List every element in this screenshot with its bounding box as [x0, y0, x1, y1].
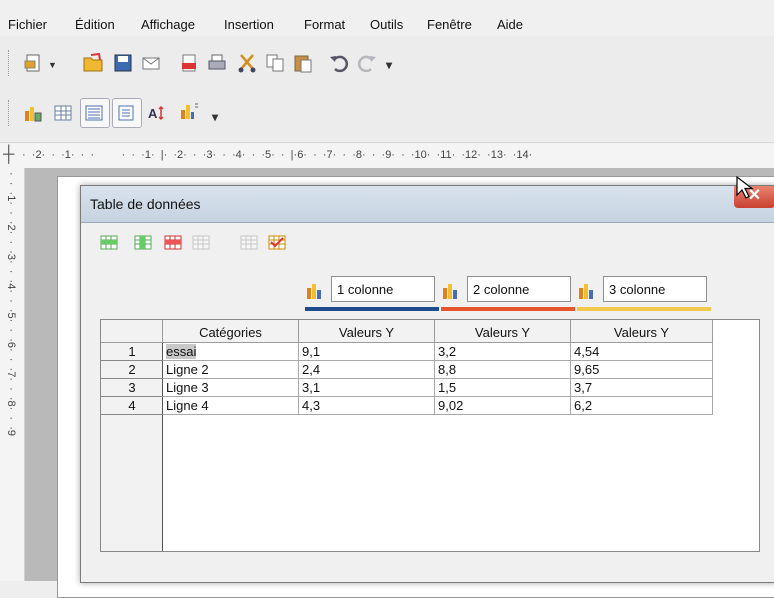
menu-affichage[interactable]: Affichage: [141, 17, 195, 32]
chart-data-icon[interactable]: [22, 102, 44, 124]
column-header-values-3[interactable]: Valeurs Y: [571, 320, 713, 343]
table-icon[interactable]: [52, 102, 74, 124]
data-table-grid[interactable]: Catégories Valeurs Y Valeurs Y Valeurs Y…: [100, 319, 760, 552]
value-cell[interactable]: 9,1: [299, 343, 435, 361]
menu-fichier[interactable]: Fichier: [8, 17, 47, 32]
category-cell-text: essai: [166, 344, 197, 359]
value-cell[interactable]: 4,54: [571, 343, 713, 361]
save-icon[interactable]: [112, 52, 134, 74]
pdf-icon[interactable]: [178, 52, 200, 74]
standard-toolbar: ▼ ▾: [0, 36, 774, 88]
print-icon[interactable]: [206, 52, 228, 74]
value-cell[interactable]: 1,5: [435, 379, 571, 397]
series-header-2: 2 colonne: [441, 276, 575, 311]
copy-icon[interactable]: [264, 52, 286, 74]
series-color-bar: [577, 307, 711, 311]
data-labels-icon[interactable]: [115, 102, 137, 124]
row-number[interactable]: 4: [101, 397, 163, 415]
series-name-input[interactable]: 3 colonne: [603, 276, 707, 302]
chevron-down-icon[interactable]: ▼: [48, 60, 57, 70]
value-cell[interactable]: 2,4: [299, 361, 435, 379]
text-scale-icon[interactable]: A: [146, 102, 168, 124]
toolbar-grip[interactable]: [8, 50, 12, 76]
insert-text-column-icon[interactable]: [164, 233, 182, 251]
column-header-values-1[interactable]: Valeurs Y: [299, 320, 435, 343]
category-cell[interactable]: Ligne 4: [163, 397, 299, 415]
menu-bar: Fichier Édition Affichage Insertion Form…: [0, 0, 774, 36]
legend-icon[interactable]: [83, 102, 105, 124]
series-chart-icon: [307, 284, 321, 299]
menu-fenetre[interactable]: Fenêtre: [427, 17, 472, 32]
new-icon[interactable]: [22, 52, 44, 74]
paste-icon[interactable]: [292, 52, 314, 74]
chart-toolbar: A ▾: [0, 88, 774, 138]
category-cell[interactable]: Ligne 3: [163, 379, 299, 397]
series-color-bar: [441, 307, 575, 311]
horizontal-ruler[interactable]: ┼ · ·2· · ·1· · · · · ·1· |· ·2· · ·3· ·…: [0, 142, 774, 170]
toolbar-grip[interactable]: [8, 100, 12, 126]
category-cell[interactable]: Ligne 2: [163, 361, 299, 379]
series-name-input[interactable]: 1 colonne: [331, 276, 435, 302]
cut-icon[interactable]: [236, 52, 258, 74]
series-header-1: 1 colonne: [305, 276, 439, 311]
move-series-icon[interactable]: [268, 233, 286, 251]
row-number[interactable]: 2: [101, 361, 163, 379]
redo-icon[interactable]: [356, 52, 378, 74]
series-chart-icon: [579, 284, 593, 299]
series-chart-icon: [443, 284, 457, 299]
value-cell[interactable]: 4,3: [299, 397, 435, 415]
insert-row-icon[interactable]: [100, 233, 118, 251]
menu-edition[interactable]: Édition: [75, 17, 115, 32]
menu-insertion[interactable]: Insertion: [224, 17, 274, 32]
value-cell[interactable]: 3,1: [299, 379, 435, 397]
row-number[interactable]: 3: [101, 379, 163, 397]
category-cell[interactable]: essai: [163, 343, 299, 361]
column-header-values-2[interactable]: Valeurs Y: [435, 320, 571, 343]
series-header-3: 3 colonne: [577, 276, 711, 311]
dialog-titlebar[interactable]: Table de données ✕: [81, 186, 774, 223]
open-icon[interactable]: [82, 52, 104, 74]
delete-row-icon[interactable]: [192, 233, 210, 251]
toolbar-overflow-icon[interactable]: ▾: [386, 58, 392, 72]
svg-text:A: A: [148, 106, 158, 121]
insert-column-icon[interactable]: [134, 233, 152, 251]
mouse-cursor-icon: [736, 176, 754, 199]
corner-header: [101, 320, 163, 343]
series-color-bar: [305, 307, 439, 311]
column-header-categories[interactable]: Catégories: [163, 320, 299, 343]
value-cell[interactable]: 9,65: [571, 361, 713, 379]
tab-stop-icon[interactable]: ┼: [3, 146, 14, 164]
value-cell[interactable]: 3,7: [571, 379, 713, 397]
row-number[interactable]: 1: [101, 343, 163, 361]
ruler-scale: · ·2· · ·1· · · · · ·1· |· ·2· · ·3· · ·…: [22, 149, 533, 161]
delete-column-icon[interactable]: [240, 233, 258, 251]
vertical-ruler[interactable]: · · ·1· · ·2· · ·3· · ·4· · ·5· · ·6· · …: [0, 168, 25, 581]
menu-aide[interactable]: Aide: [497, 17, 523, 32]
value-cell[interactable]: 9,02: [435, 397, 571, 415]
menu-format[interactable]: Format: [304, 17, 345, 32]
email-icon[interactable]: [140, 52, 162, 74]
dialog-title: Table de données: [90, 196, 201, 212]
value-cell[interactable]: 6,2: [571, 397, 713, 415]
value-cell[interactable]: 3,2: [435, 343, 571, 361]
chart-type-icon[interactable]: [178, 100, 200, 122]
toolbar-overflow-icon[interactable]: ▾: [212, 110, 218, 124]
menu-outils[interactable]: Outils: [370, 17, 403, 32]
ruler-scale: · · ·1· · ·2· · ·3· · ·4· · ·5· · ·6· · …: [5, 172, 17, 436]
undo-icon[interactable]: [328, 52, 350, 74]
series-name-input[interactable]: 2 colonne: [467, 276, 571, 302]
value-cell[interactable]: 8,8: [435, 361, 571, 379]
